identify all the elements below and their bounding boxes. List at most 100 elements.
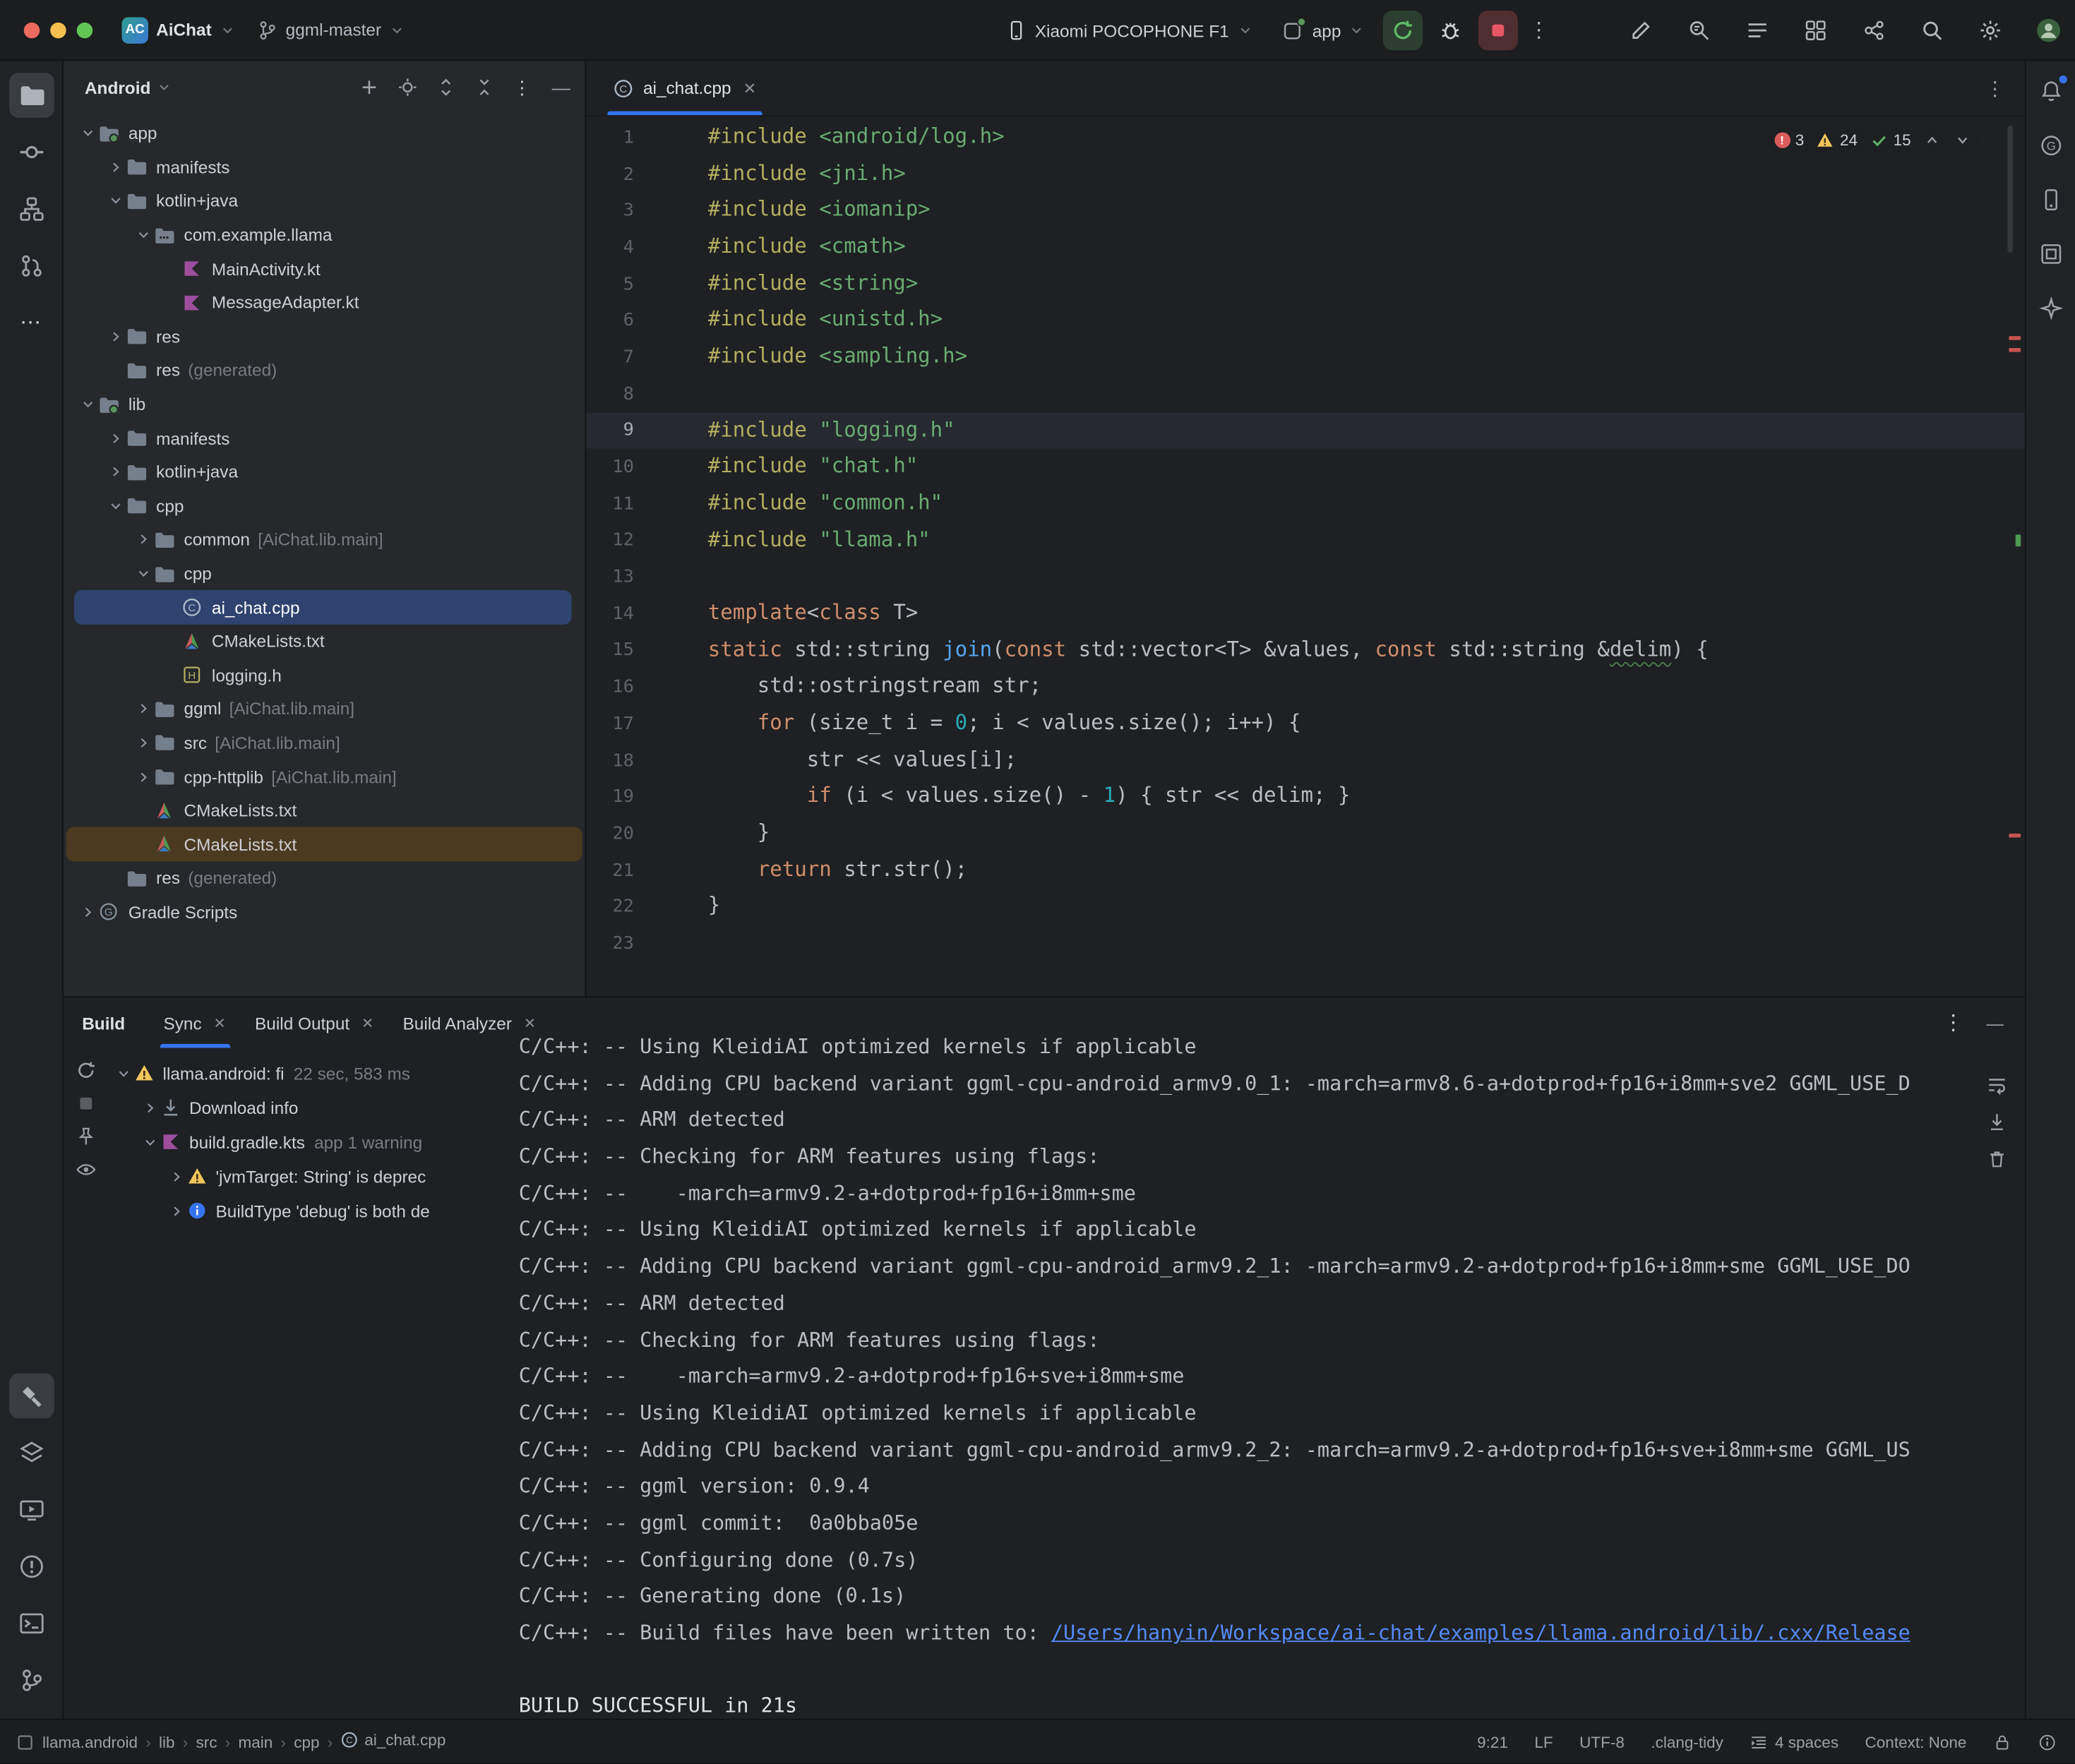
search-replace-icon[interactable] xyxy=(1686,17,1712,43)
stop-build-icon[interactable] xyxy=(76,1093,97,1114)
user-avatar[interactable] xyxy=(2035,17,2062,43)
tree-item-ggml[interactable]: ggml[AiChat.lib.main] xyxy=(64,692,585,726)
debug-button[interactable] xyxy=(1431,11,1471,50)
build-tree-item[interactable]: build.gradle.ktsapp 1 warning xyxy=(109,1124,503,1159)
code-line-7[interactable]: 7#include <sampling.h> xyxy=(586,339,2024,376)
code-line-11[interactable]: 11#include "common.h" xyxy=(586,486,2024,522)
tree-chevron-icon[interactable] xyxy=(104,429,126,448)
cursor-position[interactable]: 9:21 xyxy=(1477,1733,1508,1751)
pencil-edit-icon[interactable] xyxy=(1628,17,1654,43)
more-actions-button[interactable]: ⋮ xyxy=(1526,17,1553,43)
select-opened-file-button[interactable] xyxy=(397,77,418,98)
code-line-20[interactable]: 20 } xyxy=(586,815,2024,852)
code-line-6[interactable]: 6#include <unistd.h> xyxy=(586,302,2024,339)
refresh-icon[interactable] xyxy=(76,1060,97,1081)
warning-count[interactable]: 24 xyxy=(1816,131,1858,150)
breadcrumb-item[interactable]: cpp xyxy=(294,1733,319,1751)
tree-chevron-icon[interactable] xyxy=(140,1133,160,1150)
build-variants-icon[interactable] xyxy=(1802,17,1829,43)
tree-item-logging.h[interactable]: Hlogging.h xyxy=(64,659,585,692)
build-toolwindow-button[interactable] xyxy=(8,1374,54,1419)
tree-item-res[interactable]: res xyxy=(64,320,585,354)
breadcrumbs[interactable]: llama.android›lib›src›main›cpp›Cai_chat.… xyxy=(42,1731,446,1753)
commit-toolwindow-button[interactable] xyxy=(8,130,54,175)
error-count[interactable]: !3 xyxy=(1774,131,1805,150)
rerun-button[interactable] xyxy=(1383,11,1423,50)
build-tree-item[interactable]: 'jvmTarget: String' is deprec xyxy=(109,1159,503,1194)
stop-button[interactable] xyxy=(1478,11,1518,50)
tree-item-cpp-httplib[interactable]: cpp-httplib[AiChat.lib.main] xyxy=(64,760,585,793)
tree-item-kotlin+java[interactable]: kotlin+java xyxy=(64,455,585,489)
tree-chevron-icon[interactable] xyxy=(132,767,153,786)
tree-item-messageadapter.kt[interactable]: MessageAdapter.kt xyxy=(64,286,585,320)
code-line-5[interactable]: 5#include <string> xyxy=(586,265,2024,302)
tab-options-button[interactable]: ⋮ xyxy=(1985,76,2007,100)
encoding-indicator[interactable]: UTF-8 xyxy=(1579,1733,1625,1751)
list-lines-icon[interactable] xyxy=(1744,17,1770,43)
project-selector[interactable]: AC AiChat xyxy=(111,11,246,48)
app-inspection-toolwindow-button[interactable] xyxy=(8,1430,54,1475)
tree-item-mainactivity.kt[interactable]: MainActivity.kt xyxy=(64,252,585,286)
code-line-18[interactable]: 18 str << values[i]; xyxy=(586,742,2024,779)
code-line-17[interactable]: 17 for (size_t i = 0; i < values.size();… xyxy=(586,705,2024,742)
breadcrumb-item[interactable]: main xyxy=(239,1733,273,1751)
zoom-window-button[interactable] xyxy=(77,22,92,37)
console-file-link[interactable]: /Users/hanyin/Workspace/ai-chat/examples… xyxy=(1051,1621,1910,1645)
assistant-button[interactable] xyxy=(2032,289,2069,326)
tree-chevron-icon[interactable] xyxy=(114,1064,133,1081)
clear-console-icon[interactable] xyxy=(1986,1148,2007,1170)
clang-tidy-indicator[interactable]: .clang-tidy xyxy=(1651,1733,1723,1751)
tree-item-cmakelists.txt[interactable]: CMakeLists.txt xyxy=(66,827,582,861)
code-line-4[interactable]: 4#include <cmath> xyxy=(586,229,2024,265)
tree-chevron-icon[interactable] xyxy=(77,124,98,143)
version-control-toolwindow-button[interactable] xyxy=(8,1658,54,1703)
sync-project-icon[interactable] xyxy=(1860,17,1886,43)
inspections-widget[interactable]: !3 24 15 xyxy=(1766,127,1980,153)
run-configuration-selector[interactable]: app xyxy=(1272,14,1376,47)
tree-chevron-icon[interactable] xyxy=(132,530,153,548)
notifications-button[interactable] xyxy=(2032,73,2069,109)
panel-options-button[interactable]: ⋮ xyxy=(512,77,533,98)
breadcrumb-item[interactable]: lib xyxy=(159,1733,175,1751)
tree-chevron-icon[interactable] xyxy=(104,497,126,515)
tree-item-lib[interactable]: lib xyxy=(64,388,585,421)
close-window-button[interactable] xyxy=(24,22,40,37)
line-ending-indicator[interactable]: LF xyxy=(1534,1733,1553,1751)
build-tree-item[interactable]: Download info xyxy=(109,1091,503,1125)
build-tab-build-analyzer[interactable]: Build Analyzer✕ xyxy=(388,997,551,1048)
tree-item-cmakelists.txt[interactable]: CMakeLists.txt xyxy=(64,625,585,659)
tree-item-kotlin+java[interactable]: kotlin+java xyxy=(64,184,585,218)
device-manager-button[interactable] xyxy=(2032,181,2069,218)
eye-icon[interactable] xyxy=(76,1159,97,1180)
tree-chevron-icon[interactable] xyxy=(104,158,126,176)
add-button[interactable] xyxy=(359,77,380,98)
terminal-toolwindow-button[interactable] xyxy=(8,1601,54,1646)
passed-count[interactable]: 15 xyxy=(1870,131,1911,150)
close-tab-icon[interactable]: ✕ xyxy=(361,1014,373,1031)
gradle-toolwindow-button[interactable]: G xyxy=(2032,127,2069,164)
search-icon[interactable] xyxy=(1919,17,1945,43)
tree-item-res[interactable]: res(generated) xyxy=(64,354,585,388)
tree-chevron-icon[interactable] xyxy=(77,903,98,921)
tree-chevron-icon[interactable] xyxy=(132,226,153,244)
code-line-12[interactable]: 12#include "llama.h" xyxy=(586,522,2024,559)
prev-problem-icon[interactable] xyxy=(1923,131,1942,150)
problems-toolwindow-button[interactable] xyxy=(8,1544,54,1589)
close-tab-icon[interactable]: ✕ xyxy=(214,1014,226,1031)
code-line-22[interactable]: 22} xyxy=(586,889,2024,925)
tree-item-cpp[interactable]: cpp xyxy=(64,557,585,591)
breadcrumb-item[interactable]: Cai_chat.cpp xyxy=(341,1731,446,1753)
tree-chevron-icon[interactable] xyxy=(104,192,126,210)
code-line-16[interactable]: 16 std::ostringstream str; xyxy=(586,668,2024,705)
running-devices-toolwindow-button[interactable] xyxy=(8,1487,54,1532)
pin-icon[interactable] xyxy=(76,1126,97,1147)
build-tree-item[interactable]: BuildType 'debug' is both de xyxy=(109,1194,503,1228)
soft-wrap-icon[interactable] xyxy=(1986,1074,2007,1096)
pull-requests-toolwindow-button[interactable] xyxy=(8,244,54,289)
build-console[interactable]: C/C++: -- Using KleidiAI optimized kerne… xyxy=(503,1029,1969,1719)
tree-chevron-icon[interactable] xyxy=(132,733,153,752)
code-line-14[interactable]: 14template<class T> xyxy=(586,595,2024,632)
close-tab-icon[interactable]: ✕ xyxy=(743,79,756,97)
code-line-13[interactable]: 13 xyxy=(586,558,2024,595)
status-info-widget[interactable] xyxy=(2038,1733,2057,1751)
